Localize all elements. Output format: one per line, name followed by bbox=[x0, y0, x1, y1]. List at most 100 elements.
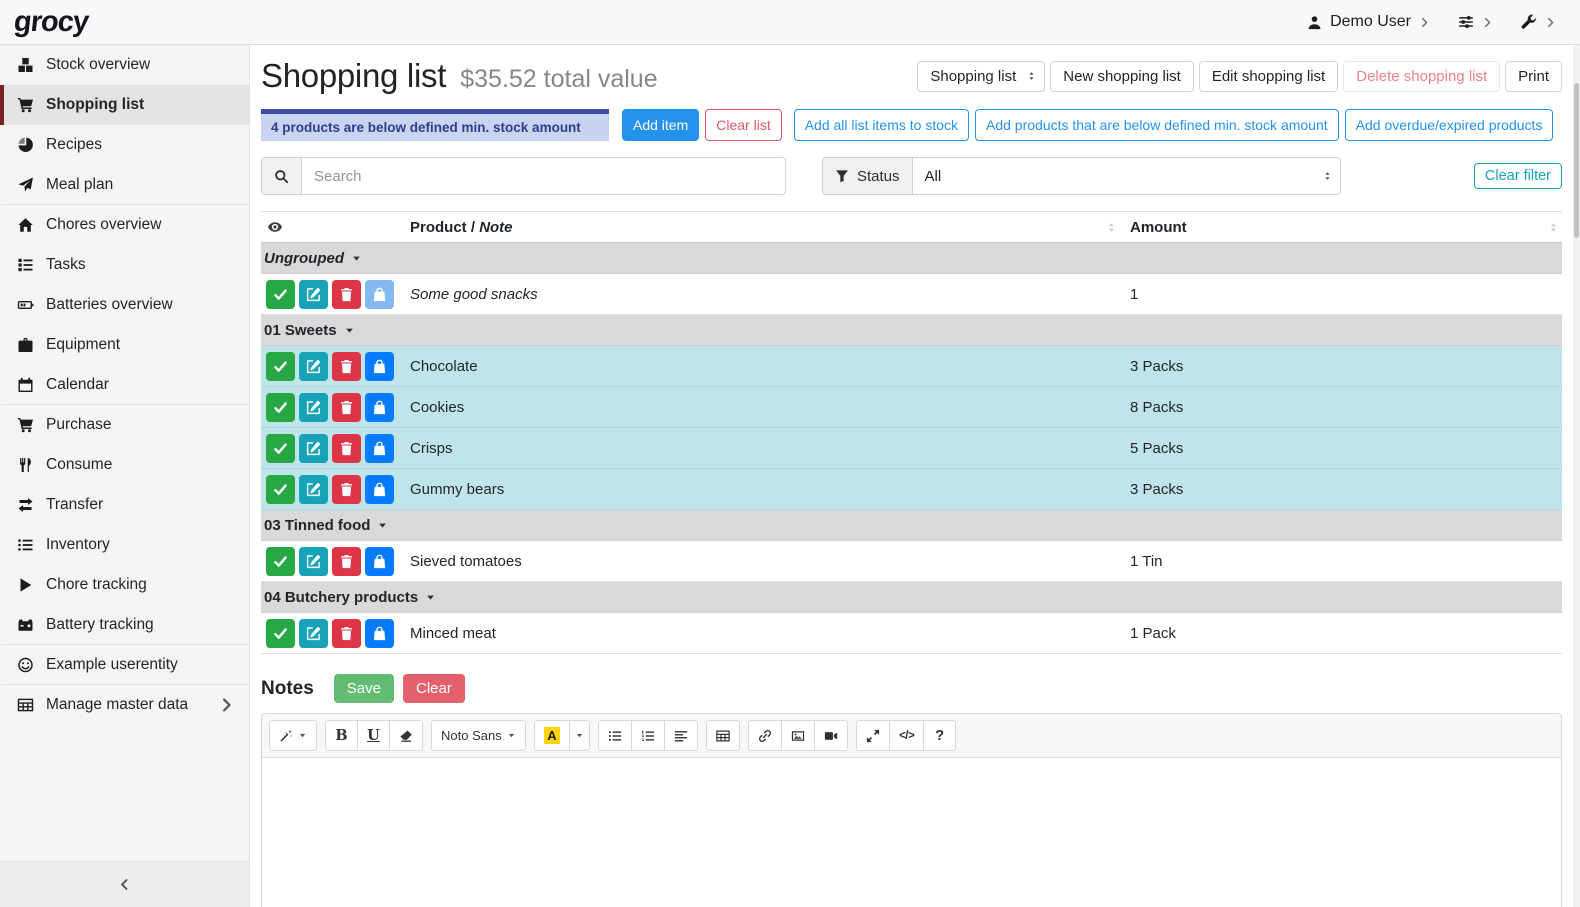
sidebar-item-chore-tracking[interactable]: Chore tracking bbox=[0, 565, 249, 605]
sidebar-item-chores-overview[interactable]: Chores overview bbox=[0, 205, 249, 245]
add-below-min-stock-button[interactable]: Add products that are below defined min.… bbox=[975, 109, 1339, 141]
add-to-stock-button[interactable] bbox=[365, 434, 394, 463]
add-item-button[interactable]: Add item bbox=[622, 109, 699, 141]
sidebar-item-meal-plan[interactable]: Meal plan bbox=[0, 165, 249, 205]
scrollbar[interactable] bbox=[1573, 45, 1580, 907]
editor-underline-button[interactable]: U bbox=[357, 720, 390, 751]
delete-item-button[interactable] bbox=[332, 280, 361, 309]
mark-done-button[interactable] bbox=[266, 280, 295, 309]
add-to-stock-button[interactable] bbox=[365, 352, 394, 381]
eye-icon[interactable] bbox=[267, 219, 283, 235]
editor-bold-button[interactable]: B bbox=[325, 720, 358, 751]
save-notes-button[interactable]: Save bbox=[334, 674, 394, 703]
sort-icon[interactable] bbox=[1547, 221, 1560, 234]
app-logo[interactable]: grocy bbox=[12, 6, 89, 39]
link-icon bbox=[758, 729, 772, 743]
sidebar-item-battery-tracking[interactable]: Battery tracking bbox=[0, 605, 249, 645]
sidebar-item-stock-overview[interactable]: Stock overview bbox=[0, 45, 249, 85]
sidebar-item-example-userentity[interactable]: Example userentity bbox=[0, 645, 249, 685]
editor-video-button[interactable] bbox=[814, 720, 848, 751]
delete-item-button[interactable] bbox=[332, 434, 361, 463]
edit-item-button[interactable] bbox=[299, 352, 328, 381]
sidebar-item-calendar[interactable]: Calendar bbox=[0, 365, 249, 405]
add-to-stock-button[interactable] bbox=[365, 619, 394, 648]
user-menu[interactable]: Demo User bbox=[1307, 13, 1430, 31]
mark-done-button[interactable] bbox=[266, 475, 295, 504]
editor-clear-format-button[interactable] bbox=[389, 720, 423, 751]
mark-done-button[interactable] bbox=[266, 352, 295, 381]
scrollbar-thumb[interactable] bbox=[1574, 83, 1579, 238]
mark-done-button[interactable] bbox=[266, 547, 295, 576]
edit-item-button[interactable] bbox=[299, 434, 328, 463]
delete-item-button[interactable] bbox=[332, 352, 361, 381]
editor-table-button[interactable] bbox=[706, 720, 740, 751]
editor-ordered-list-button[interactable] bbox=[631, 720, 665, 751]
sidebar-item-tasks[interactable]: Tasks bbox=[0, 245, 249, 285]
editor-picture-button[interactable] bbox=[781, 720, 815, 751]
admin-menu[interactable] bbox=[1521, 14, 1556, 30]
delete-item-button[interactable] bbox=[332, 619, 361, 648]
sidebar-item-batteries-overview[interactable]: Batteries overview bbox=[0, 285, 249, 325]
search-input[interactable] bbox=[301, 157, 786, 195]
sidebar-item-equipment[interactable]: Equipment bbox=[0, 325, 249, 365]
status-filter-select[interactable]: All bbox=[912, 157, 1341, 195]
sidebar-item-inventory[interactable]: Inventory bbox=[0, 525, 249, 565]
amount-value: 8 Packs bbox=[1130, 399, 1562, 416]
editor-font-family-button[interactable]: Noto Sans bbox=[431, 720, 526, 751]
editor-codeview-button[interactable]: </> bbox=[889, 720, 924, 751]
editor-help-button[interactable]: ? bbox=[923, 720, 956, 751]
sidebar-item-label: Equipment bbox=[46, 336, 120, 354]
shopping-list-select[interactable]: Shopping list bbox=[917, 61, 1045, 92]
editor-fullscreen-button[interactable] bbox=[856, 720, 890, 751]
clear-notes-button[interactable]: Clear bbox=[403, 674, 465, 703]
mark-done-button[interactable] bbox=[266, 393, 295, 422]
edit-item-button[interactable] bbox=[299, 475, 328, 504]
sidebar-item-label: Example userentity bbox=[46, 656, 178, 674]
add-to-stock-button[interactable] bbox=[365, 393, 394, 422]
editor-color-dropdown-button[interactable] bbox=[569, 720, 590, 751]
editor-paragraph-button[interactable] bbox=[664, 720, 698, 751]
editor-style-button[interactable] bbox=[269, 720, 317, 751]
sidebar-item-label: Chores overview bbox=[46, 216, 161, 234]
sidebar-item-shopping-list[interactable]: Shopping list bbox=[0, 85, 249, 125]
editor-color-button[interactable]: A bbox=[534, 720, 570, 751]
add-all-to-stock-button[interactable]: Add all list items to stock bbox=[794, 109, 969, 141]
editor-unordered-list-button[interactable] bbox=[598, 720, 632, 751]
min-stock-alert[interactable]: 4 products are below defined min. stock … bbox=[261, 109, 609, 141]
mark-done-button[interactable] bbox=[266, 434, 295, 463]
sidebar-item-transfer[interactable]: Transfer bbox=[0, 485, 249, 525]
edit-item-button[interactable] bbox=[299, 393, 328, 422]
edit-item-button[interactable] bbox=[299, 547, 328, 576]
delete-shopping-list-button[interactable]: Delete shopping list bbox=[1343, 61, 1500, 92]
editor-link-button[interactable] bbox=[748, 720, 782, 751]
smile-icon bbox=[16, 657, 35, 673]
sidebar-item-consume[interactable]: Consume bbox=[0, 445, 249, 485]
edit-item-button[interactable] bbox=[299, 280, 328, 309]
print-button[interactable]: Print bbox=[1505, 61, 1562, 92]
clear-list-button[interactable]: Clear list bbox=[705, 109, 781, 141]
clear-filter-button[interactable]: Clear filter bbox=[1474, 163, 1562, 189]
group-header-01-sweets[interactable]: 01 Sweets bbox=[261, 315, 1562, 346]
add-to-stock-button[interactable] bbox=[365, 475, 394, 504]
delete-item-button[interactable] bbox=[332, 475, 361, 504]
new-shopping-list-button[interactable]: New shopping list bbox=[1050, 61, 1194, 92]
add-to-stock-button[interactable] bbox=[365, 547, 394, 576]
add-to-stock-button[interactable] bbox=[365, 280, 394, 309]
edit-shopping-list-button[interactable]: Edit shopping list bbox=[1199, 61, 1338, 92]
mark-done-button[interactable] bbox=[266, 619, 295, 648]
group-header-03-tinned-food[interactable]: 03 Tinned food bbox=[261, 510, 1562, 541]
sidebar-collapse-button[interactable] bbox=[0, 861, 249, 907]
delete-item-button[interactable] bbox=[332, 393, 361, 422]
settings-menu[interactable] bbox=[1458, 14, 1493, 30]
sort-icon[interactable] bbox=[1105, 221, 1118, 234]
group-header-04-butchery-products[interactable]: 04 Butchery products bbox=[261, 582, 1562, 613]
sidebar-item-manage-master-data[interactable]: Manage master data bbox=[0, 685, 249, 725]
delete-item-button[interactable] bbox=[332, 547, 361, 576]
sidebar-item-purchase[interactable]: Purchase bbox=[0, 405, 249, 445]
trash-icon bbox=[339, 287, 354, 302]
notes-editor-area[interactable] bbox=[262, 758, 1561, 907]
edit-item-button[interactable] bbox=[299, 619, 328, 648]
group-header-ungrouped[interactable]: Ungrouped bbox=[261, 243, 1562, 274]
sidebar-item-recipes[interactable]: Recipes bbox=[0, 125, 249, 165]
add-overdue-expired-button[interactable]: Add overdue/expired products bbox=[1345, 109, 1554, 141]
